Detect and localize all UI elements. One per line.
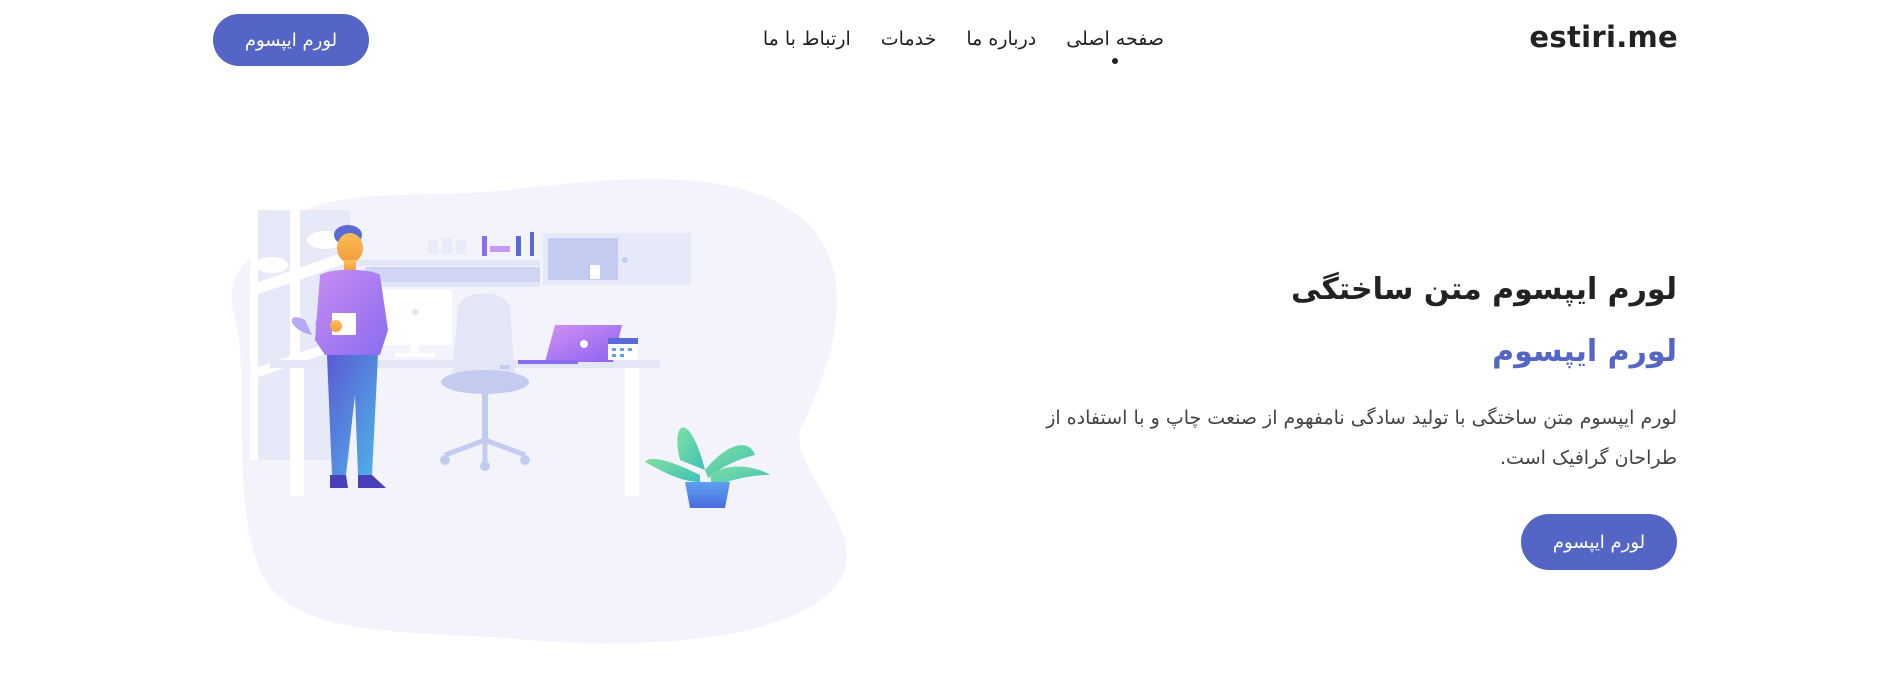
header-cta-button[interactable]: لورم ایپسوم [213, 14, 369, 66]
calendar-graphic [608, 338, 638, 360]
nav-item-home[interactable]: صفحه اصلی [1066, 28, 1164, 50]
hero-content: لورم ایپسوم متن ساختگی لورم ایپسوم لورم … [1037, 268, 1677, 570]
site-logo[interactable]: estiri.me [1529, 20, 1678, 54]
nav-item-about[interactable]: درباره ما [966, 28, 1036, 50]
nav-item-contact[interactable]: ارتباط با ما [763, 28, 851, 50]
landing-page: estiri.me صفحه اصلی درباره ما خدمات ارتب… [0, 0, 1887, 682]
hero-illustration [230, 170, 870, 650]
main-nav: صفحه اصلی درباره ما خدمات ارتباط با ما [763, 28, 1164, 50]
nav-item-services[interactable]: خدمات [881, 28, 937, 50]
hero-description: لورم ایپسوم متن ساختگی با تولید سادگی نا… [1046, 407, 1677, 469]
hero-subtitle: لورم ایپسوم [1492, 334, 1677, 369]
site-header: estiri.me صفحه اصلی درباره ما خدمات ارتب… [0, 0, 1887, 80]
office-illustration [231, 178, 847, 644]
wall-cabinet [543, 233, 691, 285]
hero-title: لورم ایپسوم متن ساختگی [1290, 272, 1677, 307]
hero-cta-button[interactable]: لورم ایپسوم [1521, 514, 1677, 570]
